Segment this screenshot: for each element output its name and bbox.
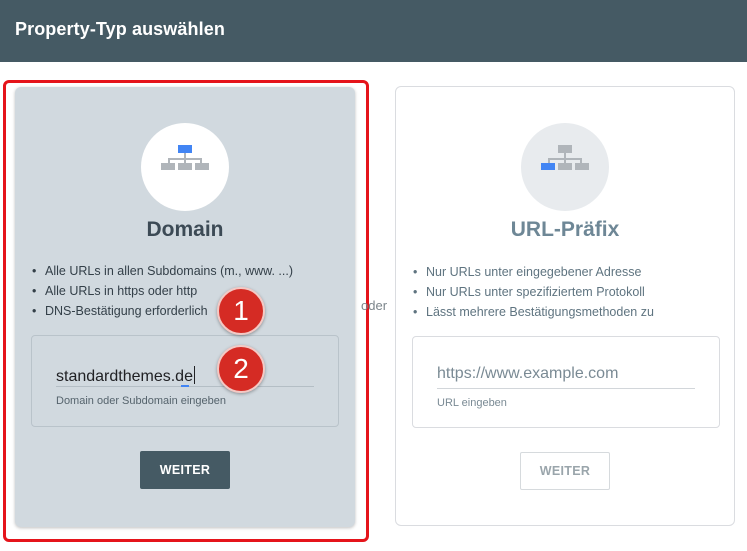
separator-label: oder [361,298,388,313]
sitemap-icon [541,145,589,170]
list-item: Nur URLs unter spezifiziertem Protokoll [413,282,654,302]
selection-highlight-frame [3,80,369,542]
url-icon-circle [521,123,609,211]
step-1-badge: 1 [217,287,265,335]
url-prefix-card[interactable]: URL-Präfix Nur URLs unter eingegebener A… [395,86,735,526]
url-card-title: URL-Präfix [510,218,620,241]
step-2-badge: 2 [217,345,265,393]
header-bar: Property-Typ auswählen [0,0,747,62]
url-input-underline [437,388,695,389]
list-item: Lässt mehrere Bestätigungsmethoden zu [413,302,654,322]
url-feature-list: Nur URLs unter eingegebener Adresse Nur … [413,262,654,322]
page-title: Property-Typ auswählen [15,19,225,39]
url-input[interactable]: https://www.example.com [437,365,618,383]
url-continue-button[interactable]: WEITER [520,452,610,490]
url-input-hint: URL eingeben [437,397,507,409]
url-input-box[interactable]: https://www.example.com URL eingeben [412,336,720,428]
list-item: Nur URLs unter eingegebener Adresse [413,262,654,282]
